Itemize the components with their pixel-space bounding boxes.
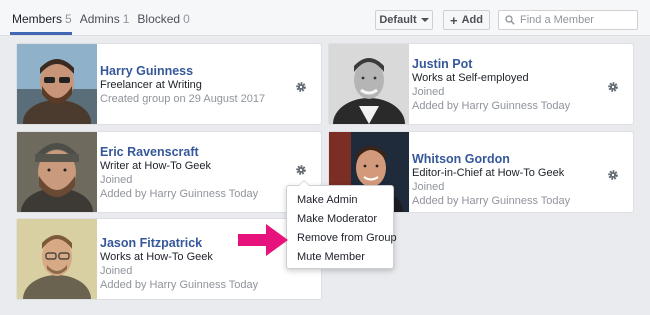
gear-icon[interactable] bbox=[295, 164, 307, 176]
member-meta: Joined bbox=[412, 86, 445, 98]
members-header: Members 5 Admins 1 Blocked 0 Default + Add bbox=[0, 0, 650, 36]
member-name-link[interactable]: Harry Guinness bbox=[100, 64, 265, 78]
member-name-link[interactable]: Eric Ravenscraft bbox=[100, 145, 258, 159]
menu-item-make-moderator[interactable]: Make Moderator bbox=[287, 210, 393, 229]
member-meta: Joined bbox=[100, 174, 133, 186]
tab-members-count: 5 bbox=[65, 12, 72, 26]
member-added-by: Added by Harry Guinness Today bbox=[412, 100, 571, 112]
menu-item-make-admin[interactable]: Make Admin bbox=[287, 191, 393, 210]
member-info: Eric Ravenscraft Writer at How-To Geek J… bbox=[100, 145, 258, 201]
member-tabs: Members 5 Admins 1 Blocked 0 bbox=[12, 12, 190, 26]
search-icon bbox=[505, 15, 515, 25]
member-role: Works at Self-employed bbox=[412, 72, 529, 84]
member-info: Jason Fitzpatrick Works at How-To Geek J… bbox=[100, 236, 258, 292]
tab-blocked-label: Blocked bbox=[137, 12, 181, 26]
sort-dropdown-button[interactable]: Default bbox=[375, 10, 433, 30]
member-meta: Joined bbox=[412, 181, 445, 193]
arrow-right-icon bbox=[238, 224, 288, 256]
gear-icon[interactable] bbox=[607, 169, 619, 181]
tab-admins[interactable]: Admins 1 bbox=[80, 12, 130, 26]
member-name-link[interactable]: Jason Fitzpatrick bbox=[100, 236, 258, 250]
sort-dropdown-label: Default bbox=[379, 14, 417, 26]
member-meta: Created group on 29 August 2017 bbox=[100, 93, 266, 105]
member-name-link[interactable]: Justin Pot bbox=[412, 57, 570, 71]
member-added-by: Added by Harry Guinness Today bbox=[100, 279, 259, 291]
search-input[interactable] bbox=[520, 14, 630, 26]
member-search[interactable] bbox=[498, 10, 638, 30]
tab-members-label: Members bbox=[12, 12, 63, 26]
member-card: Justin Pot Works at Self-employed Joined… bbox=[328, 43, 634, 125]
gear-icon[interactable] bbox=[295, 81, 307, 93]
member-photo[interactable] bbox=[17, 44, 97, 124]
plus-icon: + bbox=[450, 12, 458, 28]
add-member-button[interactable]: + Add bbox=[443, 10, 490, 30]
member-photo[interactable] bbox=[329, 44, 409, 124]
member-info: Harry Guinness Freelancer at Writing Cre… bbox=[100, 64, 265, 106]
member-card: Harry Guinness Freelancer at Writing Cre… bbox=[16, 43, 322, 125]
member-info: Justin Pot Works at Self-employed Joined… bbox=[412, 57, 570, 113]
gear-icon[interactable] bbox=[607, 81, 619, 93]
member-added-by: Added by Harry Guinness Today bbox=[412, 195, 571, 207]
menu-item-remove-from-group[interactable]: Remove from Group bbox=[287, 229, 397, 248]
member-role: Editor-in-Chief at How-To Geek bbox=[412, 167, 565, 179]
member-added-by: Added by Harry Guinness Today bbox=[100, 188, 259, 200]
member-meta: Joined bbox=[100, 265, 133, 277]
member-role: Freelancer at Writing bbox=[100, 79, 202, 91]
member-role: Works at How-To Geek bbox=[100, 251, 213, 263]
member-photo[interactable] bbox=[17, 219, 97, 299]
tab-blocked[interactable]: Blocked 0 bbox=[137, 12, 189, 26]
chevron-down-icon bbox=[420, 18, 429, 22]
tab-admins-count: 1 bbox=[122, 12, 130, 26]
member-role: Writer at How-To Geek bbox=[100, 160, 212, 172]
member-options-menu: Make Admin Make Moderator Remove from Gr… bbox=[286, 180, 397, 269]
member-name-link[interactable]: Whitson Gordon bbox=[412, 152, 570, 166]
tab-admins-label: Admins bbox=[79, 12, 120, 26]
menu-item-mute-member[interactable]: Mute Member bbox=[287, 248, 393, 267]
add-member-label: Add bbox=[461, 14, 483, 26]
member-photo[interactable] bbox=[17, 132, 97, 212]
member-info: Whitson Gordon Editor-in-Chief at How-To… bbox=[412, 152, 570, 208]
active-tab-indicator bbox=[10, 32, 72, 35]
tab-blocked-count: 0 bbox=[183, 12, 190, 26]
member-card: Eric Ravenscraft Writer at How-To Geek J… bbox=[16, 131, 322, 213]
tab-members[interactable]: Members 5 bbox=[12, 12, 72, 26]
